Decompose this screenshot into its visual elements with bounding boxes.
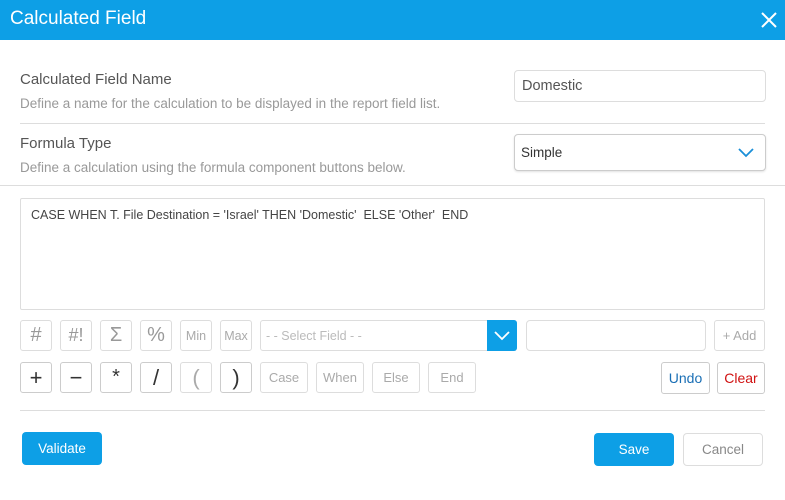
divider	[20, 410, 765, 411]
percent-button[interactable]: %	[140, 320, 172, 351]
distinct-number-button[interactable]: #!	[60, 320, 92, 351]
number-button[interactable]: #	[20, 320, 52, 351]
max-button[interactable]: Max	[220, 320, 252, 351]
formula-type-select[interactable]: Simple	[514, 134, 766, 171]
plus-button[interactable]: +	[20, 362, 52, 393]
undo-button[interactable]: Undo	[661, 362, 710, 394]
name-description: Define a name for the calculation to be …	[20, 96, 441, 111]
add-button[interactable]: + Add	[714, 320, 765, 351]
save-button[interactable]: Save	[594, 433, 674, 466]
divider	[0, 185, 785, 186]
min-button[interactable]: Min	[180, 320, 212, 351]
calculated-field-name-input[interactable]	[514, 70, 766, 102]
formula-editor[interactable]: CASE WHEN T. File Destination = 'Israel'…	[20, 198, 765, 310]
close-paren-button[interactable]: )	[220, 362, 252, 393]
formula-type-description: Define a calculation using the formula c…	[20, 160, 406, 175]
chevron-down-icon	[738, 148, 754, 158]
end-button[interactable]: End	[428, 362, 476, 393]
close-icon[interactable]	[759, 10, 779, 30]
multiply-button[interactable]: *	[100, 362, 132, 393]
open-paren-button[interactable]: (	[180, 362, 212, 393]
dialog-title: Calculated Field	[10, 8, 147, 29]
field-select-placeholder: - - Select Field - -	[266, 329, 362, 343]
case-button[interactable]: Case	[260, 362, 308, 393]
sum-button[interactable]: Σ	[100, 320, 132, 351]
divider	[20, 123, 765, 124]
field-select-dropdown-button[interactable]	[487, 320, 517, 351]
minus-button[interactable]: −	[60, 362, 92, 393]
validate-button[interactable]: Validate	[22, 432, 102, 465]
divide-button[interactable]: /	[140, 362, 172, 393]
clear-button[interactable]: Clear	[717, 362, 765, 394]
when-button[interactable]: When	[316, 362, 364, 393]
formula-type-label: Formula Type	[20, 135, 112, 152]
chevron-down-icon	[494, 331, 510, 341]
formula-type-value: Simple	[521, 145, 563, 160]
name-label: Calculated Field Name	[20, 71, 172, 88]
cancel-button[interactable]: Cancel	[683, 433, 763, 466]
constant-input[interactable]	[526, 320, 706, 351]
field-select[interactable]: - - Select Field - -	[260, 320, 517, 351]
dialog-title-bar: Calculated Field	[0, 0, 785, 40]
else-button[interactable]: Else	[372, 362, 420, 393]
